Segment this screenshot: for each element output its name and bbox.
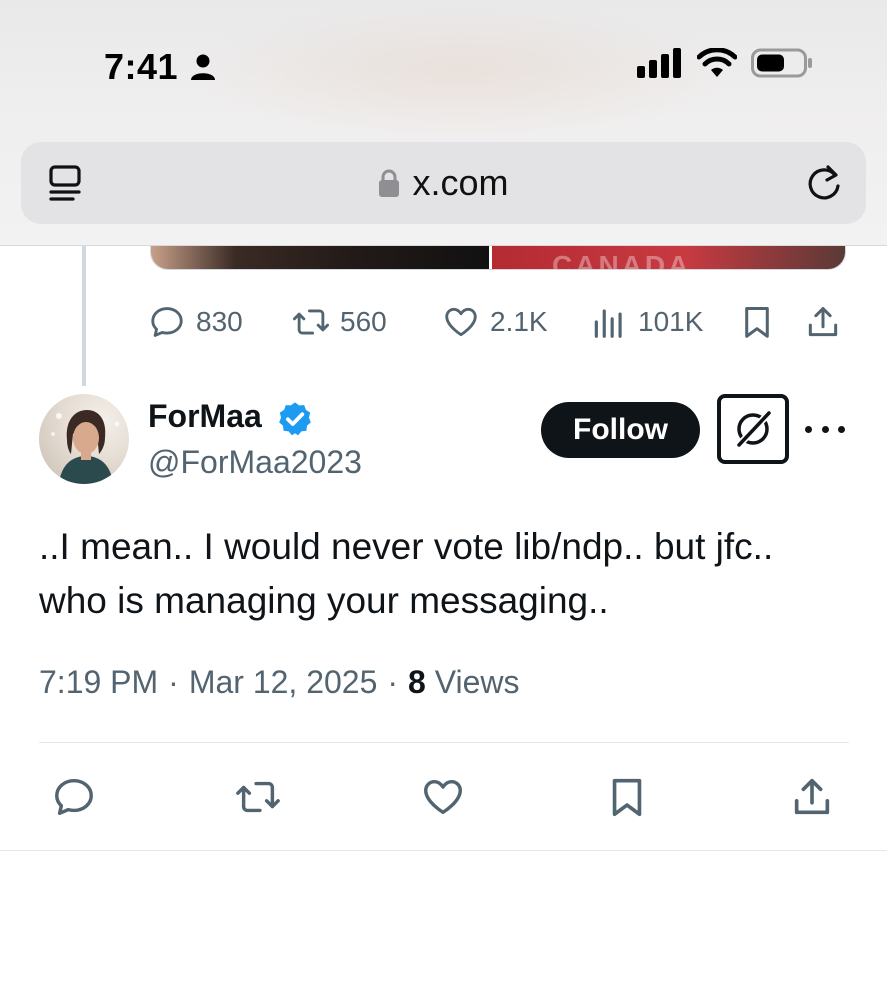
status-indicators <box>637 48 813 78</box>
share-icon <box>808 307 838 337</box>
cellular-signal-icon <box>637 48 681 78</box>
tweet-actions <box>39 770 849 824</box>
author-name[interactable]: ForMaa <box>148 398 262 435</box>
more-dot-icon <box>821 425 829 433</box>
share-icon <box>794 778 830 815</box>
follow-button[interactable]: Follow <box>541 402 700 458</box>
address-bar[interactable]: x.com <box>21 142 866 224</box>
verified-badge-icon <box>279 402 311 436</box>
like-stat[interactable]: 2.1K <box>442 300 548 344</box>
reply-icon <box>55 778 93 816</box>
bookmark-button[interactable] <box>600 770 654 824</box>
repost-button[interactable] <box>231 770 285 824</box>
more-options-button[interactable] <box>805 414 845 444</box>
person-icon <box>191 54 215 80</box>
tweet-views-count: 8 <box>408 664 426 700</box>
divider <box>39 742 849 743</box>
battery-icon <box>751 48 812 78</box>
lock-icon <box>379 169 400 197</box>
like-button[interactable] <box>416 770 470 824</box>
tweet-metadata: 7:19 PM · Mar 12, 2025 · 8 Views <box>39 664 520 701</box>
bookmark-icon <box>612 778 642 817</box>
bookmark-button[interactable] <box>738 300 776 344</box>
reply-icon <box>151 307 183 337</box>
analytics-icon <box>594 309 622 338</box>
thread-line <box>82 246 86 386</box>
share-button[interactable] <box>804 300 842 344</box>
status-time: 7:41 <box>104 46 179 87</box>
share-button[interactable] <box>785 770 839 824</box>
meta-separator: · <box>168 664 179 700</box>
grok-icon <box>736 410 772 448</box>
heart-icon <box>445 307 477 337</box>
tweet-time[interactable]: 7:19 PM <box>39 664 158 701</box>
like-count: 2.1K <box>490 306 548 337</box>
tweet-views[interactable]: 8 Views <box>408 664 519 701</box>
media-preview[interactable] <box>150 246 846 270</box>
tweet-views-label: Views <box>434 664 520 700</box>
divider <box>0 850 887 851</box>
more-dot-icon <box>838 425 845 433</box>
avatar[interactable] <box>39 394 129 484</box>
media-image-left[interactable] <box>151 246 489 269</box>
wifi-icon <box>697 48 737 77</box>
more-dot-icon <box>805 425 812 433</box>
grok-button[interactable] <box>717 394 789 464</box>
repost-icon <box>292 309 330 335</box>
heart-icon <box>424 779 462 815</box>
author-handle[interactable]: @ForMaa2023 <box>148 444 362 481</box>
tweet-date[interactable]: Mar 12, 2025 <box>189 664 378 701</box>
previous-tweet-actions: 830 560 2.1K 101K <box>148 300 848 344</box>
media-image-right[interactable] <box>492 246 845 269</box>
url-display[interactable]: x.com <box>21 142 866 224</box>
url-text: x.com <box>412 162 509 203</box>
repost-icon <box>236 781 280 813</box>
browser-chrome: 7:41 x.com <box>0 0 887 246</box>
views-count: 101K <box>638 306 704 337</box>
avatar-image <box>51 410 120 484</box>
reload-icon[interactable] <box>804 164 844 204</box>
repost-count: 560 <box>340 306 387 337</box>
reply-count: 830 <box>196 306 243 337</box>
reply-stat[interactable]: 830 <box>148 300 243 344</box>
reply-button[interactable] <box>47 770 101 824</box>
bookmark-icon <box>745 307 769 338</box>
repost-stat[interactable]: 560 <box>292 300 387 344</box>
views-stat[interactable]: 101K <box>590 300 703 344</box>
meta-separator: · <box>387 664 399 700</box>
tweet-text: ..I mean.. I would never vote lib/ndp.. … <box>39 526 774 621</box>
